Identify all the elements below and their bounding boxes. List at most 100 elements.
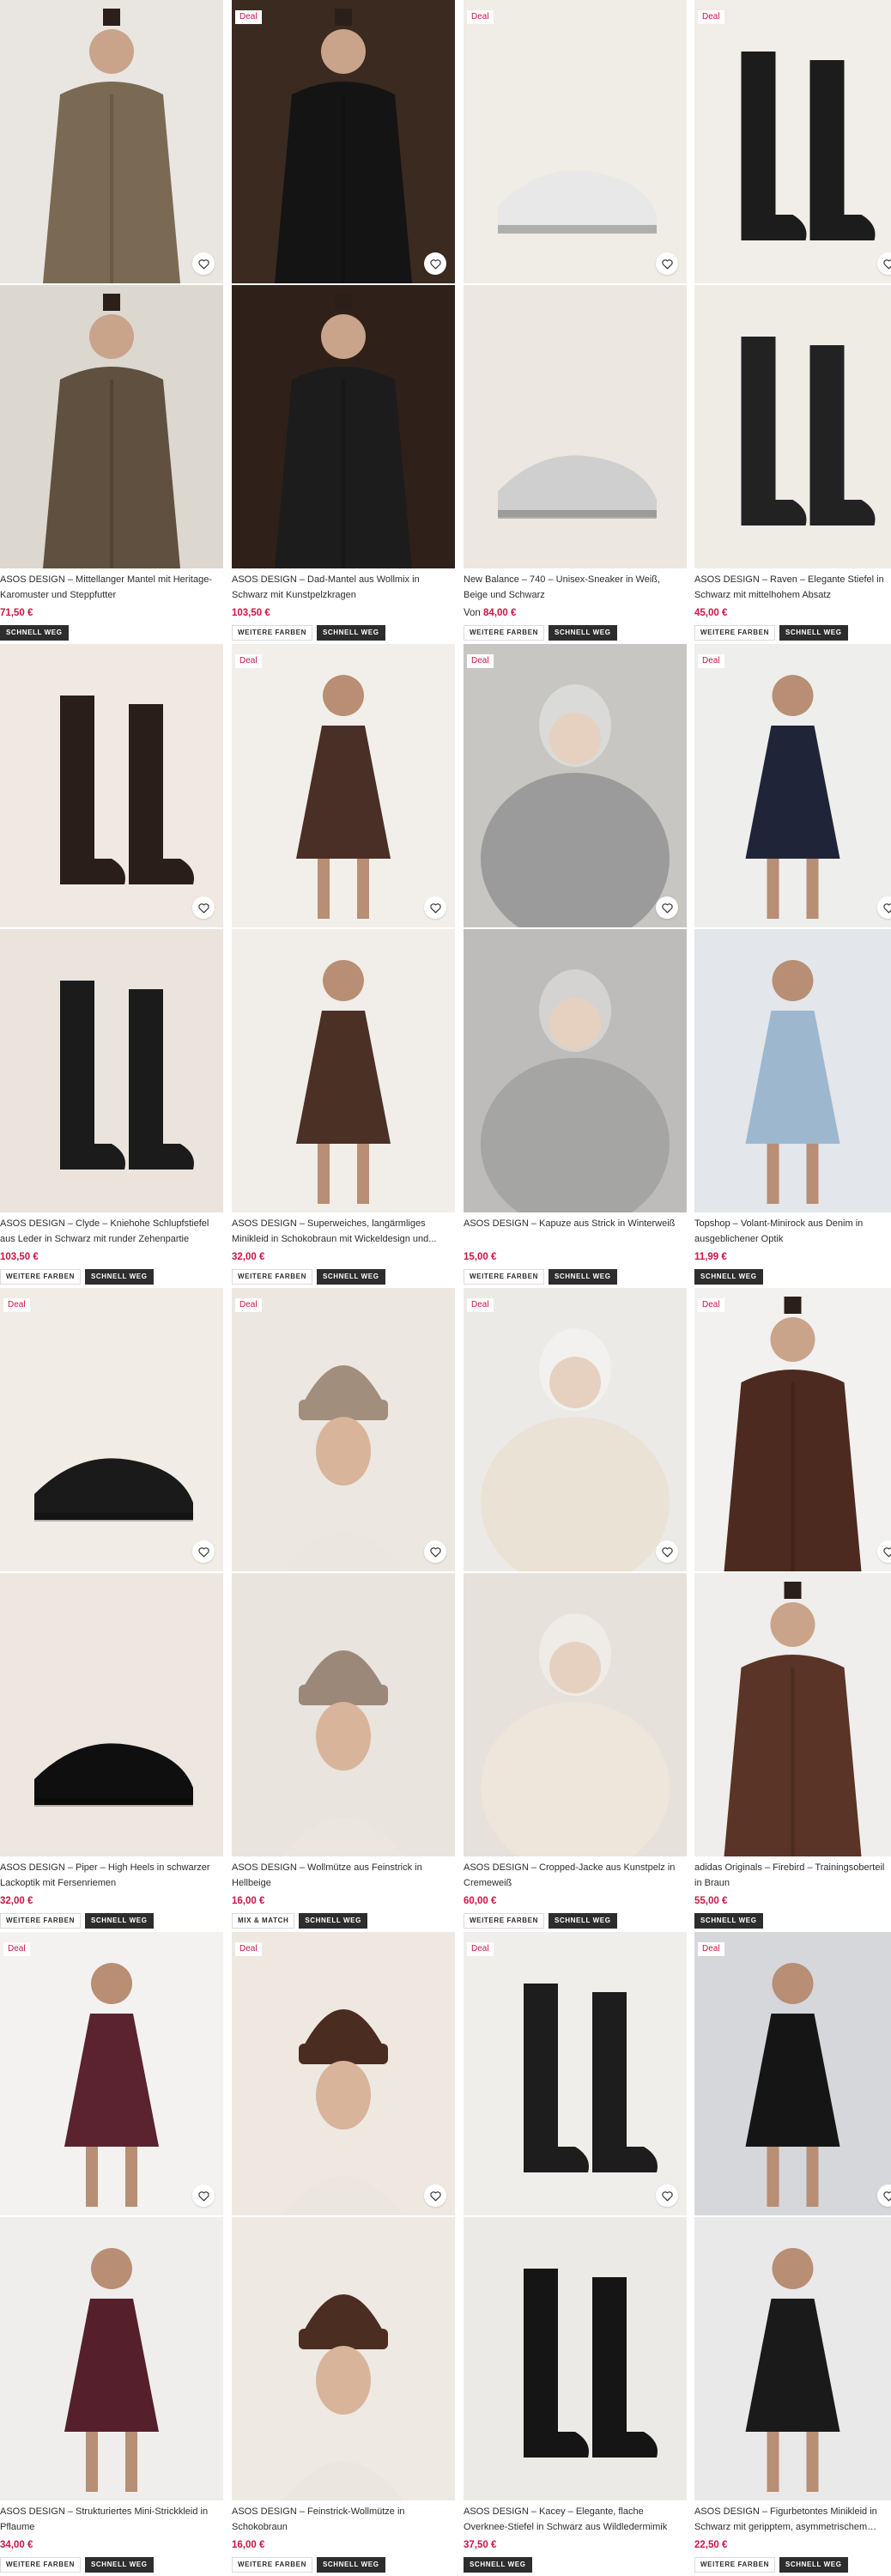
product-title[interactable]: ASOS DESIGN – Wollmütze aus Feinstrick i… xyxy=(232,1860,455,1891)
save-for-later-button[interactable] xyxy=(424,2184,446,2207)
product-title[interactable]: ASOS DESIGN – Strukturiertes Mini-Strick… xyxy=(0,2504,223,2535)
product-title[interactable]: ASOS DESIGN – Figurbetontes Minikleid in… xyxy=(694,2504,891,2535)
product-image-alt[interactable] xyxy=(232,929,455,1212)
product-card[interactable]: Deal ASOS DESIGN – Kacey – Elegante, flac… xyxy=(464,1932,687,2576)
product-image-alt-graphic xyxy=(694,929,891,1212)
deal-badge: Deal xyxy=(3,1298,30,1312)
product-card[interactable]: Deal ASOS DESIGN – Piper – High Heels in … xyxy=(0,1288,223,1932)
product-info: New Balance – 740 – Unisex-Sneaker in We… xyxy=(464,572,687,641)
product-title[interactable]: ASOS DESIGN – Clyde – Kniehohe Schlupfst… xyxy=(0,1216,223,1247)
price-value: 55,00 € xyxy=(694,1896,728,1906)
product-title[interactable]: ASOS DESIGN – Mittellanger Mantel mit He… xyxy=(0,572,223,603)
product-title[interactable]: ASOS DESIGN – Kacey – Elegante, flache O… xyxy=(464,2504,687,2535)
product-info: ASOS DESIGN – Figurbetontes Minikleid in… xyxy=(694,2504,891,2573)
product-card[interactable]: Deal ASOS DESIGN – Strukturiertes Mini-St… xyxy=(0,1932,223,2576)
price-value: 71,50 € xyxy=(0,608,33,618)
product-image[interactable] xyxy=(0,644,223,927)
product-image[interactable] xyxy=(464,1932,687,2215)
product-image[interactable] xyxy=(232,1932,455,2215)
product-title[interactable]: ASOS DESIGN – Dad-Mantel aus Wollmix in … xyxy=(232,572,455,603)
product-image-alt[interactable] xyxy=(232,285,455,568)
product-info: ASOS DESIGN – Dad-Mantel aus Wollmix in … xyxy=(232,572,455,641)
product-image[interactable] xyxy=(0,0,223,283)
product-price: 37,50 € xyxy=(464,2538,687,2552)
product-card[interactable]: ASOS DESIGN – Mittellanger Mantel mit He… xyxy=(0,0,223,644)
selling-fast-tag: SCHNELL WEG xyxy=(779,2557,848,2573)
product-title[interactable]: ASOS DESIGN – Raven – Elegante Stiefel i… xyxy=(694,572,891,603)
product-card[interactable]: Deal ASOS DESIGN – Feinstrick-Wollmütze i… xyxy=(232,1932,455,2576)
product-image[interactable] xyxy=(694,1932,891,2215)
product-image[interactable] xyxy=(694,0,891,283)
save-for-later-button[interactable] xyxy=(192,1540,215,1563)
product-image[interactable] xyxy=(232,644,455,927)
save-for-later-button[interactable] xyxy=(424,896,446,919)
save-for-later-button[interactable] xyxy=(192,896,215,919)
product-info: Topshop – Volant-Minirock aus Denim in a… xyxy=(694,1216,891,1285)
product-image-alt[interactable] xyxy=(464,1573,687,1856)
save-for-later-button[interactable] xyxy=(424,1540,446,1563)
product-card[interactable]: Deal ASOS DESIGN – Kapuze aus Strick in W… xyxy=(464,644,687,1288)
product-image-alt-graphic xyxy=(694,2217,891,2500)
product-title[interactable]: adidas Originals – Firebird – Trainingso… xyxy=(694,1860,891,1891)
heart-icon xyxy=(429,258,442,270)
product-card[interactable]: Deal ASOS DESIGN – Wollmütze aus Feinstri… xyxy=(232,1288,455,1932)
product-title[interactable]: New Balance – 740 – Unisex-Sneaker in We… xyxy=(464,572,687,603)
product-title[interactable]: ASOS DESIGN – Piper – High Heels in schw… xyxy=(0,1860,223,1891)
save-for-later-button[interactable] xyxy=(656,2184,678,2207)
product-card[interactable]: Deal ASOS DESIGN – Figurbetontes Miniklei… xyxy=(694,1932,891,2576)
product-info: ASOS DESIGN – Kapuze aus Strick in Winte… xyxy=(464,1216,687,1285)
product-title[interactable]: ASOS DESIGN – Superweiches, langärmliges… xyxy=(232,1216,455,1247)
product-image-alt[interactable] xyxy=(0,1573,223,1856)
product-card[interactable]: Deal Topshop – Volant-Minirock aus Denim … xyxy=(694,644,891,1288)
product-image-alt[interactable] xyxy=(694,2217,891,2500)
save-for-later-button[interactable] xyxy=(656,896,678,919)
product-card[interactable]: Deal adidas Originals – Firebird – Traini… xyxy=(694,1288,891,1932)
save-for-later-button[interactable] xyxy=(656,1540,678,1563)
product-tags: WEITERE FARBEN SCHNELL WEG xyxy=(694,625,891,641)
product-card[interactable]: ASOS DESIGN – Clyde – Kniehohe Schlupfst… xyxy=(0,644,223,1288)
product-card[interactable]: Deal ASOS DESIGN – Raven – Elegante Stief… xyxy=(694,0,891,644)
save-for-later-button[interactable] xyxy=(656,252,678,275)
product-image-alt-graphic xyxy=(694,1573,891,1856)
product-image-graphic xyxy=(232,644,455,927)
save-for-later-button[interactable] xyxy=(192,252,215,275)
product-image[interactable] xyxy=(232,0,455,283)
product-card[interactable]: Deal New Balance – 740 – Unisex-Sneaker i… xyxy=(464,0,687,644)
product-tags: WEITERE FARBEN SCHNELL WEG xyxy=(232,1269,455,1285)
product-image[interactable] xyxy=(464,1288,687,1571)
product-image-alt[interactable] xyxy=(0,2217,223,2500)
product-image[interactable] xyxy=(464,0,687,283)
product-image-alt[interactable] xyxy=(464,929,687,1212)
product-title[interactable]: ASOS DESIGN – Kapuze aus Strick in Winte… xyxy=(464,1216,687,1247)
product-image[interactable] xyxy=(694,1288,891,1571)
product-image-alt[interactable] xyxy=(0,929,223,1212)
product-title[interactable]: Topshop – Volant-Minirock aus Denim in a… xyxy=(694,1216,891,1247)
product-image[interactable] xyxy=(0,1932,223,2215)
product-image-alt[interactable] xyxy=(694,1573,891,1856)
product-image-graphic xyxy=(694,1288,891,1571)
product-tag: WEITERE FARBEN xyxy=(694,2557,775,2573)
product-image[interactable] xyxy=(694,644,891,927)
product-image-alt[interactable] xyxy=(232,2217,455,2500)
heart-icon xyxy=(429,2190,442,2202)
product-title[interactable]: ASOS DESIGN – Feinstrick-Wollmütze in Sc… xyxy=(232,2504,455,2535)
product-image-alt-graphic xyxy=(464,2217,687,2500)
product-image-alt[interactable] xyxy=(694,929,891,1212)
product-image-alt[interactable] xyxy=(464,2217,687,2500)
product-image-alt[interactable] xyxy=(694,285,891,568)
product-card[interactable]: Deal ASOS DESIGN – Dad-Mantel aus Wollmix… xyxy=(232,0,455,644)
product-image-alt[interactable] xyxy=(232,1573,455,1856)
product-title[interactable]: ASOS DESIGN – Cropped-Jacke aus Kunstpel… xyxy=(464,1860,687,1891)
product-card[interactable]: Deal ASOS DESIGN – Superweiches, langärml… xyxy=(232,644,455,1288)
product-card[interactable]: Deal ASOS DESIGN – Cropped-Jacke aus Kuns… xyxy=(464,1288,687,1932)
product-price: 103,50 € xyxy=(232,606,455,620)
product-image[interactable] xyxy=(232,1288,455,1571)
product-image[interactable] xyxy=(464,644,687,927)
product-image-alt-graphic xyxy=(232,929,455,1212)
save-for-later-button[interactable] xyxy=(424,252,446,275)
product-image-alt[interactable] xyxy=(0,285,223,568)
product-image-alt[interactable] xyxy=(464,285,687,568)
save-for-later-button[interactable] xyxy=(192,2184,215,2207)
product-image[interactable] xyxy=(0,1288,223,1571)
product-image-graphic xyxy=(694,1932,891,2215)
